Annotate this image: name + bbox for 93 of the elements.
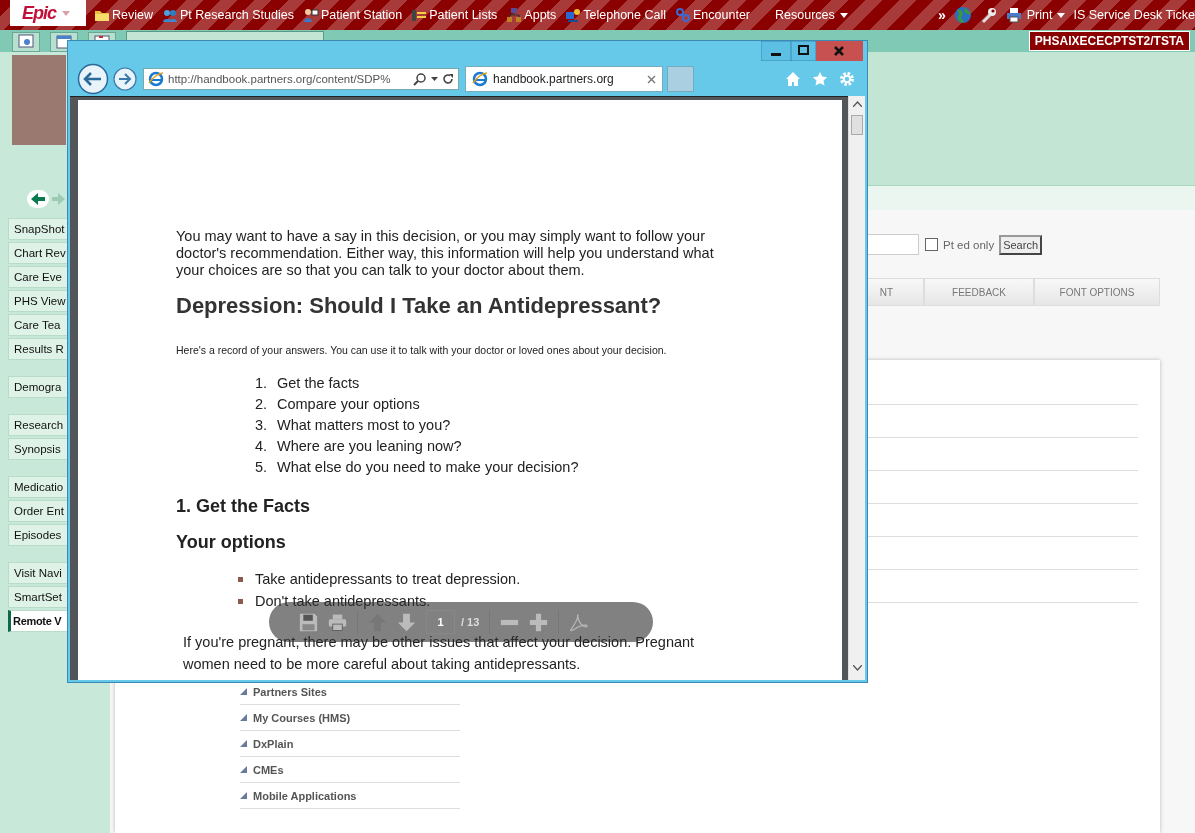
toolbar-button[interactable]: Resources bbox=[775, 8, 848, 22]
toolbar-button[interactable]: Pt Research Studies bbox=[162, 7, 294, 23]
sidebar-item[interactable]: Synopsis bbox=[8, 438, 67, 460]
list-number: 3. bbox=[255, 416, 269, 433]
zoom-in-icon[interactable] bbox=[529, 612, 549, 632]
refresh-icon bbox=[442, 73, 454, 85]
maximize-icon[interactable] bbox=[791, 41, 816, 61]
page-count: / 13 bbox=[461, 616, 480, 628]
list-number: 5. bbox=[255, 458, 269, 475]
list-item: Get the facts bbox=[277, 374, 360, 391]
list-item: Compare your options bbox=[277, 395, 420, 412]
caret-icon bbox=[431, 77, 438, 81]
triangle-icon bbox=[240, 688, 247, 695]
triangle-icon bbox=[240, 714, 247, 721]
search-button[interactable]: Search bbox=[999, 234, 1042, 255]
list-item: What else do you need to make your decision? bbox=[277, 458, 579, 475]
printer-icon bbox=[1005, 7, 1022, 23]
subsection-heading: Your options bbox=[176, 531, 287, 554]
tool-button[interactable] bbox=[12, 32, 40, 52]
minimize-icon[interactable] bbox=[761, 41, 791, 61]
paragraph: You may want to have a say in this decision, or you may simply want to follow your doctor's recommendation. Either way, this information will help you understand what your choices are so that you can talk to your doctor about them. bbox=[176, 228, 715, 279]
caret-icon bbox=[62, 10, 70, 16]
person-icon bbox=[302, 7, 319, 23]
address-bar[interactable]: http://handbook.partners.org/content/SDP% bbox=[143, 68, 459, 90]
network-icon bbox=[506, 7, 523, 23]
toolbar-button[interactable]: Print bbox=[1005, 7, 1066, 23]
close-icon[interactable] bbox=[816, 41, 863, 61]
resource-link[interactable]: DxPlain bbox=[240, 731, 460, 757]
checkbox[interactable] bbox=[925, 238, 938, 251]
tab[interactable]: FONT OPTIONS bbox=[1034, 278, 1160, 306]
print-icon[interactable] bbox=[328, 612, 347, 632]
toolbar-button[interactable]: Patient Station bbox=[302, 7, 403, 23]
page-icon bbox=[472, 71, 488, 87]
toolbar-button[interactable]: Patient Lists bbox=[411, 7, 498, 23]
note-text: Here's a record of your answers. You can use it to talk with your doctor or loved ones about your decision. bbox=[176, 344, 668, 356]
scrollbar[interactable] bbox=[848, 96, 865, 680]
sidebar-item[interactable]: Care Tea bbox=[8, 314, 67, 336]
tab[interactable]: FEEDBACK bbox=[924, 278, 1034, 306]
sidebar-item[interactable]: SmartSet bbox=[8, 586, 67, 608]
caret-icon bbox=[1057, 12, 1066, 18]
window-icon bbox=[17, 33, 35, 51]
sidebar-item[interactable]: Care Eve bbox=[8, 266, 67, 288]
sidebar-item[interactable]: Results R bbox=[8, 338, 67, 360]
triangle-icon bbox=[240, 792, 247, 799]
pdf-logo-icon[interactable] bbox=[569, 612, 589, 632]
sidebar-item[interactable]: Medicatio bbox=[8, 476, 67, 498]
people-icon bbox=[162, 7, 178, 23]
sidebar-item[interactable]: Remote V bbox=[8, 610, 67, 632]
page-number-field[interactable]: 1 bbox=[426, 610, 455, 634]
star-icon[interactable] bbox=[812, 71, 828, 87]
triangle-icon bbox=[240, 740, 247, 747]
toolbar-button[interactable]: Telephone Call bbox=[565, 7, 667, 23]
list-number: 2. bbox=[255, 395, 269, 412]
caret-icon bbox=[839, 12, 848, 18]
sidebar-item[interactable]: Demogra bbox=[8, 376, 67, 398]
list-number: 4. bbox=[255, 437, 269, 454]
sidebar-item[interactable]: SnapShot bbox=[8, 218, 67, 240]
list-item: Where are you leaning now? bbox=[277, 437, 462, 454]
environment-label: PHSAIXECECPTST2/TSTA bbox=[1028, 31, 1190, 51]
wrench-icon[interactable] bbox=[979, 6, 998, 24]
list-icon bbox=[411, 7, 428, 23]
resource-link[interactable]: My Courses (HMS) bbox=[240, 705, 460, 731]
section-heading: 1. Get the Facts bbox=[176, 495, 312, 518]
more-button[interactable]: » bbox=[937, 7, 946, 23]
phone-icon bbox=[565, 7, 582, 23]
bullet-icon bbox=[238, 576, 243, 582]
list-item: What matters most to you? bbox=[277, 416, 451, 433]
toolbar-button[interactable]: Encounter bbox=[675, 7, 750, 23]
sidebar-item[interactable]: Chart Rev bbox=[8, 242, 67, 264]
triangle-icon bbox=[240, 766, 247, 773]
globe-icon[interactable] bbox=[953, 6, 972, 24]
scrollbar-thumb[interactable] bbox=[851, 115, 863, 135]
document-title: Depression: Should I Take an Antidepressant? bbox=[176, 292, 663, 320]
toolbar-button[interactable]: Appts bbox=[506, 7, 557, 23]
sidebar-item[interactable]: Order Ent bbox=[8, 500, 67, 522]
link-icon bbox=[675, 7, 692, 23]
sidebar-item[interactable]: PHS View bbox=[8, 290, 67, 312]
epic-menu-button[interactable]: Epic bbox=[10, 0, 86, 26]
sidebar-item[interactable]: Episodes bbox=[8, 524, 67, 546]
list-number: 1. bbox=[255, 374, 269, 391]
resource-link[interactable]: CMEs bbox=[240, 757, 460, 783]
resource-link[interactable]: Mobile Applications bbox=[240, 783, 460, 809]
checkbox-label: Pt ed only bbox=[943, 238, 995, 251]
search-icon bbox=[413, 72, 427, 86]
toolbar-button[interactable]: Review bbox=[94, 7, 153, 23]
sidebar-item[interactable]: Visit Navi bbox=[8, 562, 67, 584]
toolbar-button[interactable]: IS Service Desk Ticke bbox=[1073, 8, 1195, 22]
list-item: Take antidepressants to treat depression. bbox=[255, 571, 521, 587]
bullet-icon bbox=[238, 598, 243, 604]
browser-tab[interactable]: handbook.partners.org bbox=[465, 66, 663, 92]
sidebar-item[interactable]: Research bbox=[8, 414, 67, 436]
page-icon bbox=[148, 71, 164, 87]
close-icon[interactable] bbox=[647, 74, 656, 84]
